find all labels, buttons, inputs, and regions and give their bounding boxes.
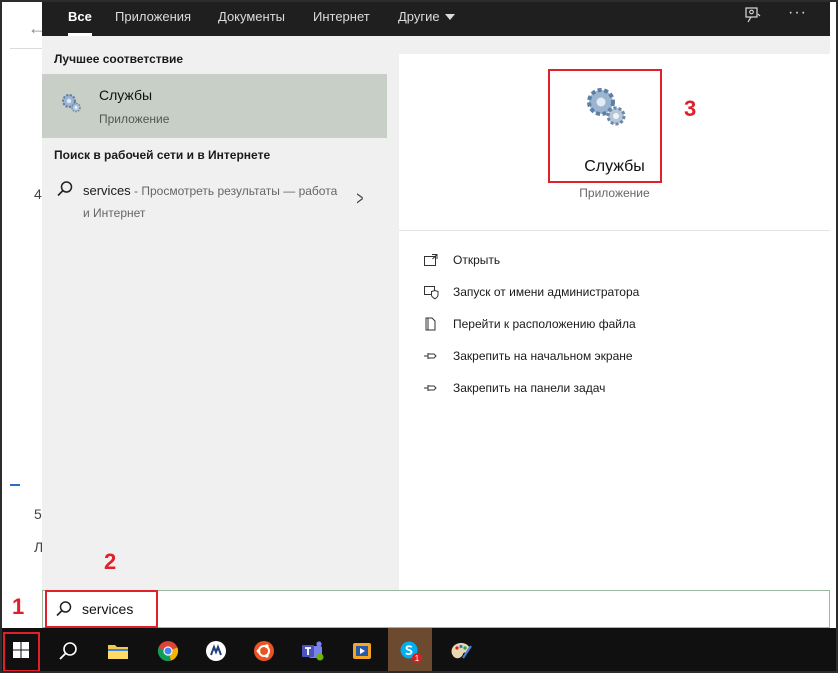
taskbar-search-button[interactable] bbox=[46, 628, 90, 673]
background-text-fragment: 4 bbox=[34, 186, 42, 202]
feedback-icon[interactable] bbox=[744, 6, 762, 29]
annotation-box-app bbox=[548, 69, 662, 183]
search-icon bbox=[59, 642, 77, 660]
action-open-label: Открыть bbox=[453, 253, 501, 267]
tab-all[interactable]: Все bbox=[68, 0, 92, 36]
media-player-icon bbox=[353, 643, 371, 659]
caret-down-icon bbox=[444, 14, 455, 20]
web-result-text: services - Просмотреть результаты — рабо… bbox=[83, 180, 345, 224]
services-gear-icon bbox=[62, 94, 81, 113]
background-dash bbox=[10, 484, 20, 486]
tab-more[interactable]: Другие bbox=[398, 0, 455, 36]
taskbar-teams[interactable] bbox=[290, 628, 334, 673]
best-match-title: Службы bbox=[99, 87, 153, 103]
annotation-number-1: 1 bbox=[12, 594, 25, 619]
app-preview-subtitle: Приложение bbox=[579, 186, 650, 200]
search-bar[interactable] bbox=[42, 590, 830, 628]
annotation-box-start bbox=[3, 632, 40, 672]
tab-web[interactable]: Интернет bbox=[313, 0, 370, 36]
results-list: Лучшее соответствие Службы Приложение По… bbox=[42, 36, 387, 590]
start-search-panel: Все Приложения Документы Интернет Другие… bbox=[42, 0, 830, 628]
taskbar-paint[interactable] bbox=[438, 628, 482, 673]
best-match-header: Лучшее соответствие bbox=[54, 52, 184, 66]
chrome-icon bbox=[157, 641, 179, 661]
teams-icon bbox=[302, 641, 324, 661]
taskbar-skype[interactable]: 1 bbox=[388, 628, 432, 673]
search-input[interactable] bbox=[82, 598, 782, 620]
pin-icon bbox=[424, 353, 437, 359]
divider bbox=[399, 230, 830, 231]
open-icon bbox=[424, 254, 438, 266]
more-options-icon[interactable]: ··· bbox=[788, 4, 807, 22]
annotation-number-3: 3 bbox=[684, 96, 697, 121]
search-filter-tabs: Все Приложения Документы Интернет Другие… bbox=[42, 0, 830, 36]
best-match-subtitle: Приложение bbox=[99, 112, 170, 126]
best-match-result[interactable]: Службы Приложение bbox=[42, 74, 387, 138]
taskbar-file-explorer[interactable] bbox=[96, 628, 140, 673]
action-open-file-location-label: Перейти к расположению файла bbox=[453, 317, 636, 331]
app-icon bbox=[206, 641, 226, 661]
ubuntu-icon bbox=[254, 641, 274, 661]
skype-badge-count: 1 bbox=[415, 654, 420, 663]
tab-documents[interactable]: Документы bbox=[218, 0, 285, 36]
search-icon bbox=[57, 181, 73, 197]
web-result-query: services bbox=[83, 183, 131, 198]
file-location-icon bbox=[425, 317, 436, 331]
taskbar-app[interactable] bbox=[194, 628, 238, 673]
web-search-header: Поиск в рабочей сети и в Интернете bbox=[54, 148, 271, 162]
taskbar-ubuntu[interactable] bbox=[242, 628, 286, 673]
taskbar-chrome[interactable] bbox=[146, 628, 190, 673]
annotation-number-2: 2 bbox=[104, 549, 117, 574]
action-pin-to-taskbar-label: Закрепить на панели задач bbox=[453, 381, 606, 395]
paint-icon bbox=[451, 643, 472, 659]
file-explorer-icon bbox=[108, 645, 128, 659]
chevron-right-icon[interactable]: > bbox=[356, 188, 363, 211]
skype-icon: 1 bbox=[400, 641, 422, 663]
annotation-box-search bbox=[45, 590, 158, 628]
tab-apps[interactable]: Приложения bbox=[115, 0, 191, 36]
taskbar: 1 bbox=[0, 628, 838, 673]
background-divider bbox=[10, 48, 42, 49]
web-search-result[interactable]: services - Просмотреть результаты — рабо… bbox=[42, 172, 387, 228]
background-text-fragment: 5 bbox=[34, 506, 42, 522]
pin-icon bbox=[424, 385, 437, 391]
tab-more-label: Другие bbox=[398, 9, 440, 24]
action-pin-to-start-label: Закрепить на начальном экране bbox=[453, 349, 633, 363]
taskbar-media-player[interactable] bbox=[340, 628, 384, 673]
shield-icon bbox=[424, 286, 439, 300]
action-run-as-admin-label: Запуск от имени администратора bbox=[453, 285, 640, 299]
